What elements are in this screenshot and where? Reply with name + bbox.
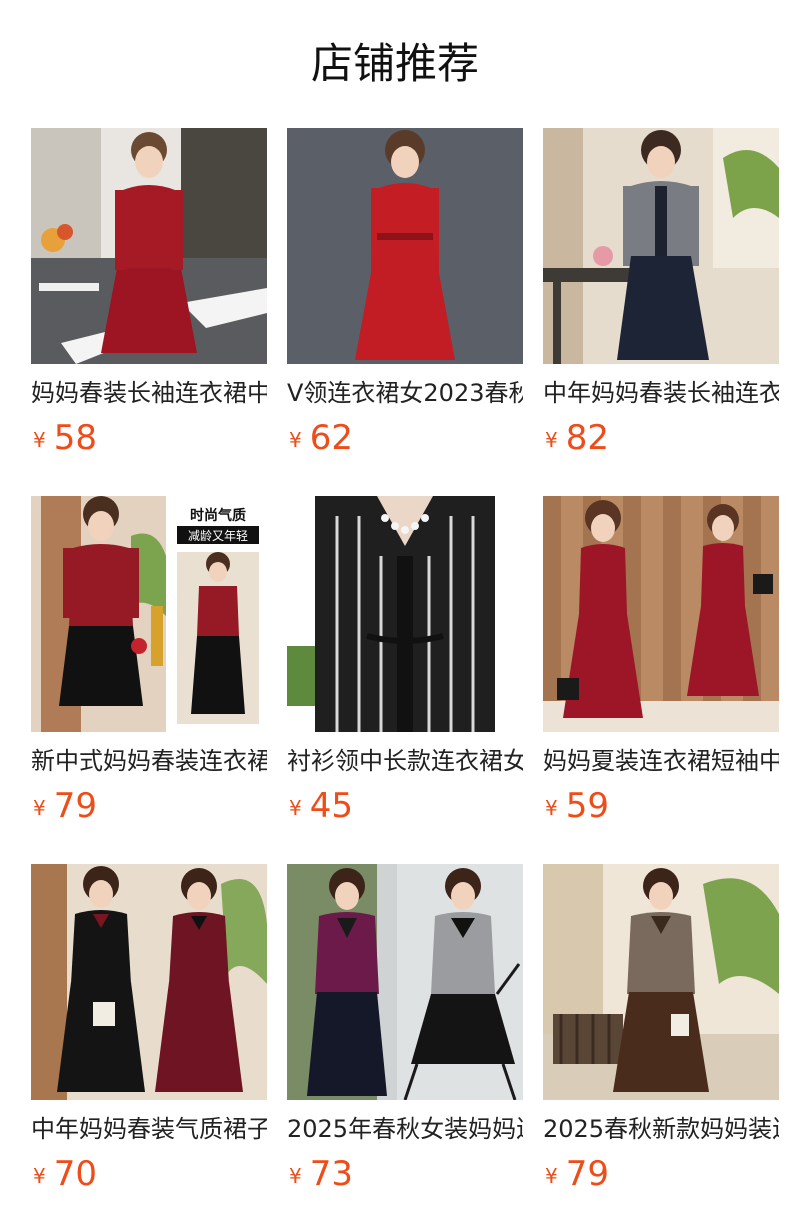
product-price: ¥70 bbox=[31, 1154, 267, 1194]
price-value: 62 bbox=[309, 418, 353, 458]
price-value: 59 bbox=[565, 786, 609, 826]
currency-symbol: ¥ bbox=[33, 428, 46, 452]
price-value: 79 bbox=[53, 786, 97, 826]
product-price: ¥82 bbox=[543, 418, 779, 458]
product-name[interactable]: 新中式妈妈春装连衣裙两件套 bbox=[31, 744, 267, 778]
product-name[interactable]: 2025春秋新款妈妈装连衣裙 bbox=[543, 1112, 779, 1146]
product-price: ¥58 bbox=[31, 418, 267, 458]
product-image[interactable] bbox=[543, 496, 779, 732]
product-card[interactable]: 2025年春秋女装妈妈连衣裙 ¥73 bbox=[287, 864, 523, 1194]
product-name[interactable]: 2025年春秋女装妈妈连衣裙 bbox=[287, 1112, 523, 1146]
currency-symbol: ¥ bbox=[545, 796, 558, 820]
product-name[interactable]: V领连衣裙女2023春秋新款 bbox=[287, 376, 523, 410]
price-value: 45 bbox=[309, 786, 353, 826]
product-price: ¥73 bbox=[287, 1154, 523, 1194]
product-image[interactable] bbox=[543, 128, 779, 364]
price-value: 70 bbox=[53, 1154, 97, 1194]
product-card[interactable]: 衬衫领中长款连衣裙女 ¥45 bbox=[287, 496, 523, 826]
product-card[interactable]: 时尚气质 减龄又年轻 新中式妈妈春装连衣裙两件套 ¥79 bbox=[31, 496, 267, 826]
product-name[interactable]: 中年妈妈春装气质裙子 bbox=[31, 1112, 267, 1146]
product-price: ¥59 bbox=[543, 786, 779, 826]
product-image[interactable] bbox=[287, 496, 523, 732]
product-card[interactable]: V领连衣裙女2023春秋新款 ¥62 bbox=[287, 128, 523, 458]
product-image[interactable] bbox=[287, 128, 523, 364]
product-card[interactable]: 2025春秋新款妈妈装连衣裙 ¥79 bbox=[543, 864, 779, 1194]
product-card[interactable]: 妈妈夏装连衣裙短袖中年 ¥59 bbox=[543, 496, 779, 826]
product-image[interactable] bbox=[287, 864, 523, 1100]
product-name[interactable]: 妈妈夏装连衣裙短袖中年 bbox=[543, 744, 779, 778]
currency-symbol: ¥ bbox=[33, 1164, 46, 1188]
price-value: 73 bbox=[309, 1154, 353, 1194]
currency-symbol: ¥ bbox=[289, 796, 302, 820]
product-card[interactable]: 中年妈妈春装气质裙子 ¥70 bbox=[31, 864, 267, 1194]
badge-title: 时尚气质 bbox=[190, 507, 246, 524]
product-price: ¥79 bbox=[543, 1154, 779, 1194]
product-image[interactable] bbox=[543, 864, 779, 1100]
product-card[interactable]: 妈妈春装长袖连衣裙中年女装 ¥58 bbox=[31, 128, 267, 458]
currency-symbol: ¥ bbox=[289, 1164, 302, 1188]
product-card[interactable]: 中年妈妈春装长袖连衣裙 ¥82 bbox=[543, 128, 779, 458]
product-price: ¥45 bbox=[287, 786, 523, 826]
currency-symbol: ¥ bbox=[545, 428, 558, 452]
badge-subtitle: 减龄又年轻 bbox=[188, 529, 248, 543]
currency-symbol: ¥ bbox=[545, 1164, 558, 1188]
price-value: 82 bbox=[565, 418, 609, 458]
product-image[interactable] bbox=[31, 864, 267, 1100]
section-title: 店铺推荐 bbox=[310, 39, 479, 88]
price-value: 58 bbox=[53, 418, 97, 458]
product-price: ¥79 bbox=[31, 786, 267, 826]
currency-symbol: ¥ bbox=[289, 428, 302, 452]
currency-symbol: ¥ bbox=[33, 796, 46, 820]
product-name[interactable]: 衬衫领中长款连衣裙女 bbox=[287, 744, 523, 778]
product-image[interactable]: 时尚气质 减龄又年轻 bbox=[31, 496, 267, 732]
product-price: ¥62 bbox=[287, 418, 523, 458]
price-value: 79 bbox=[565, 1154, 609, 1194]
product-name[interactable]: 妈妈春装长袖连衣裙中年女装 bbox=[31, 376, 267, 410]
product-image[interactable] bbox=[31, 128, 267, 364]
product-name[interactable]: 中年妈妈春装长袖连衣裙 bbox=[543, 376, 779, 410]
